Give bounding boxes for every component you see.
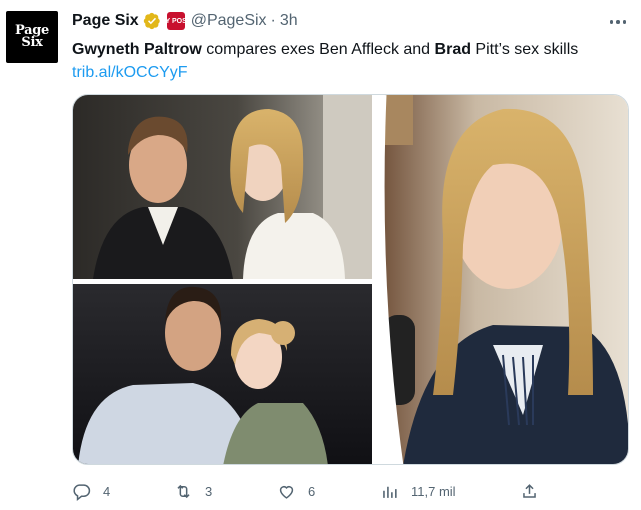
- timestamp[interactable]: 3h: [280, 12, 298, 30]
- affiliate-badge-icon[interactable]: NY POST: [160, 12, 191, 30]
- photo-top-left: [73, 95, 372, 279]
- share-icon: [523, 483, 536, 498]
- share-button[interactable]: [520, 478, 539, 504]
- tweet-media[interactable]: [72, 94, 629, 465]
- views-chart-icon: [383, 486, 397, 498]
- tweet-link[interactable]: trib.al/kOCCYyF: [72, 61, 188, 84]
- tweet-text-middle: compares exes Ben Affleck and: [201, 41, 435, 58]
- heart-icon: [279, 485, 294, 499]
- more-options-icon[interactable]: [603, 12, 633, 32]
- tweet[interactable]: Page Six Page Six NY POST @PageSix · 3h …: [0, 0, 641, 510]
- views-count: 11,7 mil: [411, 483, 456, 499]
- reply-count: 4: [103, 483, 111, 499]
- avatar[interactable]: Page Six: [6, 11, 58, 63]
- tweet-text: Gwyneth Paltrow compares exes Ben Afflec…: [72, 38, 632, 61]
- verified-badge-icon[interactable]: [143, 12, 161, 30]
- media-composite-image: [73, 95, 628, 464]
- reply-button[interactable]: 4: [72, 478, 110, 504]
- retweet-icon: [177, 484, 190, 498]
- separator-dot: ·: [270, 12, 276, 29]
- action-bar: 4 3 6 11,7 mil: [72, 478, 632, 504]
- retweet-count: 3: [205, 483, 213, 499]
- tweet-text-end: Pitt’s sex skills: [470, 41, 579, 58]
- views-button[interactable]: 11,7 mil: [380, 478, 456, 504]
- like-button[interactable]: 6: [277, 478, 315, 504]
- avatar-text-line2: Six: [21, 35, 43, 50]
- retweet-button[interactable]: 3: [174, 478, 212, 504]
- photo-right: [382, 95, 628, 464]
- tweet-text-bold-1: Gwyneth Paltrow: [72, 41, 202, 58]
- like-count: 6: [308, 483, 316, 499]
- display-name[interactable]: Page Six: [72, 12, 139, 30]
- tweet-text-bold-2: Brad: [434, 41, 471, 58]
- user-handle[interactable]: @PageSix: [191, 12, 267, 30]
- reply-icon: [73, 483, 91, 501]
- tweet-header: Page Six NY POST @PageSix · 3h: [72, 10, 298, 32]
- photo-bottom-left: [73, 284, 372, 464]
